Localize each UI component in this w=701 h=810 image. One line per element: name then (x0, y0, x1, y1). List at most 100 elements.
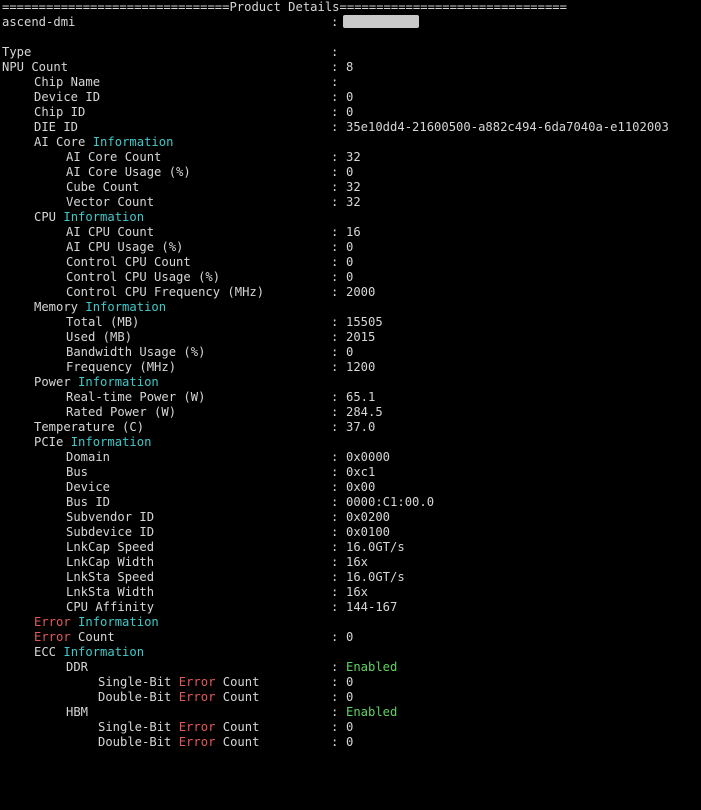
vector-count-row: Vector Count : 32 (0, 195, 701, 210)
section-name: CPU (34, 210, 57, 224)
error-keyword: Error (178, 735, 216, 749)
terminal-window[interactable]: ===============================Product D… (0, 0, 701, 754)
npu-count-value: 8 (346, 60, 354, 74)
vector-count-value: 32 (346, 195, 361, 209)
lnksta-speed-value: 16.0GT/s (346, 570, 405, 584)
lnksta-width-value: 16x (346, 585, 369, 599)
colon: : (331, 705, 339, 719)
temperature-label: Temperature (C) (34, 420, 145, 434)
pcie-subdevice-value: 0x0100 (346, 525, 391, 539)
memory-bandwidth-value: 0 (346, 345, 354, 359)
pcie-subdevice-row: Subdevice ID : 0x0100 (0, 525, 701, 540)
colon: : (331, 195, 339, 209)
chip-name-row: Chip Name : (0, 75, 701, 90)
count-word: Count (222, 735, 260, 749)
colon: : (331, 390, 339, 404)
realtime-power-row: Real-time Power (W) : 65.1 (0, 390, 701, 405)
pcie-bus-id-label: Bus ID (66, 495, 111, 509)
section-name: Power (34, 375, 71, 389)
memory-frequency-label: Frequency (MHz) (66, 360, 177, 374)
power-section-heading: Power Information (0, 375, 701, 390)
realtime-power-value: 65.1 (346, 390, 376, 404)
product-details-header: ===============================Product D… (2, 0, 567, 14)
lnkcap-width-label: LnkCap Width (66, 555, 155, 569)
rated-power-value: 284.5 (346, 405, 383, 419)
colon: : (331, 690, 339, 704)
pcie-subdevice-label: Subdevice ID (66, 525, 155, 539)
information-keyword: Information (78, 615, 159, 629)
ddr-single-bit-error-row: Single-Bit Error Count : 0 (0, 675, 701, 690)
memory-section-heading: Memory Information (0, 300, 701, 315)
cpu-affinity-label: CPU Affinity (66, 600, 155, 614)
chip-id-value: 0 (346, 105, 354, 119)
error-keyword: Error (34, 630, 71, 644)
ai-cpu-usage-label: AI CPU Usage (%) (66, 240, 184, 254)
pcie-subvendor-label: Subvendor ID (66, 510, 155, 524)
colon: : (331, 405, 339, 419)
information-keyword: Information (63, 210, 145, 224)
pcie-subvendor-value: 0x0200 (346, 510, 391, 524)
type-row: Type : (0, 45, 701, 60)
pcie-bus-id-row: Bus ID : 0000:C1:00.0 (0, 495, 701, 510)
colon: : (331, 630, 339, 644)
pcie-bus-id-value: 0000:C1:00.0 (346, 495, 435, 509)
colon: : (331, 60, 339, 74)
colon: : (331, 225, 339, 239)
control-cpu-frequency-label: Control CPU Frequency (MHz) (66, 285, 265, 299)
cube-count-row: Cube Count : 32 (0, 180, 701, 195)
ai-cpu-count-label: AI CPU Count (66, 225, 155, 239)
information-keyword: Information (78, 375, 159, 389)
pcie-bus-row: Bus : 0xc1 (0, 465, 701, 480)
memory-used-label: Used (MB) (66, 330, 133, 344)
type-label: Type (2, 45, 32, 59)
cpu-section-heading: CPU Information (0, 210, 701, 225)
rated-power-label: Rated Power (W) (66, 405, 177, 419)
double-bit-word: Double-Bit (98, 690, 172, 704)
hbm-row: HBM : Enabled (0, 705, 701, 720)
control-cpu-count-label: Control CPU Count (66, 255, 191, 269)
ai-core-count-row: AI Core Count : 32 (0, 150, 701, 165)
double-bit-word: Double-Bit (98, 735, 172, 749)
ai-core-usage-row: AI Core Usage (%) : 0 (0, 165, 701, 180)
memory-total-label: Total (MB) (66, 315, 140, 329)
ai-core-section-heading: AI Core Information (0, 135, 701, 150)
colon: : (331, 180, 339, 194)
section-name: AI Core (34, 135, 86, 149)
ai-cpu-usage-row: AI CPU Usage (%) : 0 (0, 240, 701, 255)
colon: : (331, 450, 339, 464)
memory-frequency-row: Frequency (MHz) : 1200 (0, 360, 701, 375)
control-cpu-count-value: 0 (346, 255, 354, 269)
colon: : (331, 480, 339, 494)
information-keyword: Information (63, 645, 145, 659)
control-cpu-usage-value: 0 (346, 270, 354, 284)
lnksta-width-label: LnkSta Width (66, 585, 155, 599)
section-name: Memory (34, 300, 79, 314)
lnkcap-speed-row: LnkCap Speed : 16.0GT/s (0, 540, 701, 555)
die-id-label: DIE ID (34, 120, 79, 134)
lnkcap-speed-label: LnkCap Speed (66, 540, 155, 554)
information-keyword: Information (92, 135, 174, 149)
section-name: PCIe (34, 435, 64, 449)
colon: : (331, 585, 339, 599)
redacted-value-block (343, 15, 419, 28)
colon: : (331, 345, 339, 359)
npu-count-label: NPU Count (2, 60, 69, 74)
error-count-value: 0 (346, 630, 354, 644)
pcie-domain-row: Domain : 0x0000 (0, 450, 701, 465)
lnksta-speed-row: LnkSta Speed : 16.0GT/s (0, 570, 701, 585)
colon: : (331, 720, 339, 734)
error-keyword: Error (34, 615, 71, 629)
colon: : (331, 675, 339, 689)
hbm-double-bit-error-value: 0 (346, 735, 354, 749)
colon: : (331, 45, 339, 59)
pcie-domain-label: Domain (66, 450, 111, 464)
colon: : (331, 465, 339, 479)
colon: : (331, 285, 339, 299)
error-count-row: Error Count : 0 (0, 630, 701, 645)
cpu-affinity-row: CPU Affinity : 144-167 (0, 600, 701, 615)
colon: : (331, 540, 339, 554)
ai-core-usage-label: AI Core Usage (%) (66, 165, 191, 179)
count-word: Count (222, 720, 260, 734)
control-cpu-frequency-row: Control CPU Frequency (MHz) : 2000 (0, 285, 701, 300)
memory-bandwidth-row: Bandwidth Usage (%) : 0 (0, 345, 701, 360)
